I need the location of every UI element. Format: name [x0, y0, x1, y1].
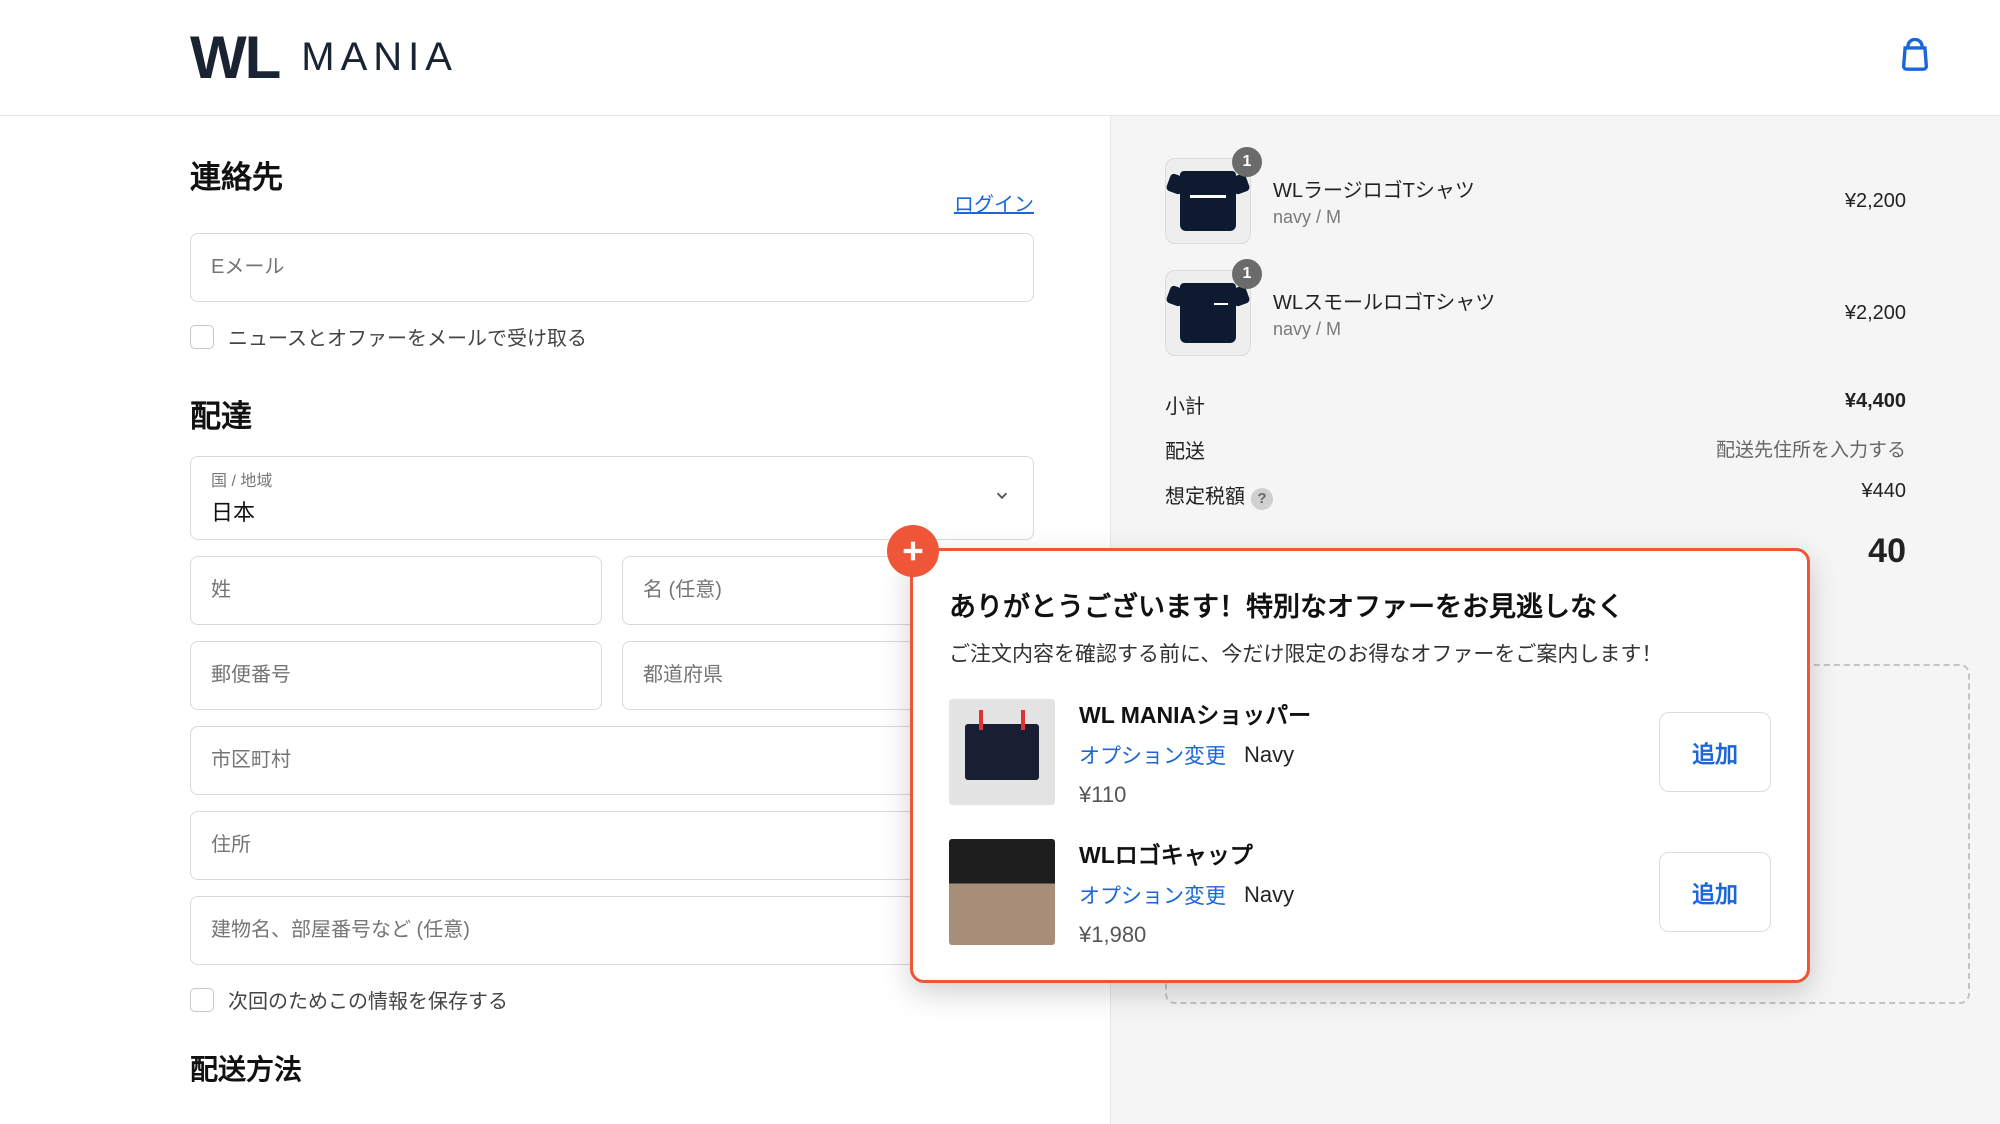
offer-item-name: WL MANIAショッパー [1079, 696, 1635, 730]
offer-item-price: ¥1,980 [1079, 922, 1635, 948]
offer-item-variant: Navy [1244, 742, 1294, 768]
offer-subtitle: ご注文内容を確認する前に、今だけ限定のお得なオファーをご案内します！ [949, 638, 1771, 668]
subtotal-label: 小計 [1165, 390, 1205, 419]
login-link[interactable]: ログイン [954, 188, 1034, 217]
offer-item: WL MANIAショッパー オプション変更 Navy ¥110 追加 [949, 696, 1771, 808]
cart-item: 1 WLラージロゴTシャツ navy / M ¥2,200 [1165, 158, 1906, 244]
newsletter-checkbox[interactable] [190, 325, 214, 349]
offer-option-link[interactable]: オプション変更 [1079, 880, 1226, 910]
offer-option-link[interactable]: オプション変更 [1079, 740, 1226, 770]
offer-thumb [949, 699, 1055, 805]
tax-label: 想定税額? [1165, 480, 1273, 510]
qty-badge: 1 [1232, 259, 1262, 289]
city-field[interactable] [190, 726, 1034, 795]
offer-thumb [949, 839, 1055, 945]
save-info-label: 次回のためこの情報を保存する [228, 985, 508, 1014]
shipping-method-title: 配送方法 [190, 1048, 1034, 1088]
address-field[interactable] [190, 811, 1034, 880]
item-name: WLラージロゴTシャツ [1273, 174, 1823, 203]
lastname-field[interactable] [190, 556, 602, 625]
qty-badge: 1 [1232, 147, 1262, 177]
save-info-checkbox[interactable] [190, 988, 214, 1012]
shipping-label: 配送 [1165, 435, 1205, 464]
upsell-offer-popup: ありがとうございます！特別なオファーをお見逃しなく ご注文内容を確認する前に、今… [910, 548, 1810, 983]
offer-title: ありがとうございます！特別なオファーをお見逃しなく [949, 585, 1771, 624]
offer-item: WLロゴキャップ オプション変更 Navy ¥1,980 追加 [949, 836, 1771, 948]
country-label: 国 / 地域 [211, 467, 1013, 491]
help-icon[interactable]: ? [1251, 488, 1273, 510]
item-price: ¥2,200 [1845, 302, 1906, 325]
address2-field[interactable] [190, 896, 1034, 965]
header: WL MANIA [0, 0, 2000, 116]
email-field[interactable] [190, 233, 1034, 302]
logo-mania: MANIA [301, 35, 458, 80]
newsletter-label: ニュースとオファーをメールで受け取る [228, 322, 587, 351]
country-value: 日本 [211, 495, 1013, 527]
offer-item-name: WLロゴキャップ [1079, 836, 1635, 870]
item-price: ¥2,200 [1845, 190, 1906, 213]
add-offer-button[interactable]: 追加 [1659, 712, 1771, 792]
product-thumb: 1 [1165, 158, 1251, 244]
tax-value: ¥440 [1862, 480, 1907, 510]
shipping-value: 配送先住所を入力する [1716, 435, 1906, 464]
contact-title: 連絡先 [190, 152, 283, 197]
grand-total-suffix: 40 [1868, 532, 1906, 571]
item-name: WLスモールロゴTシャツ [1273, 286, 1823, 315]
postal-field[interactable] [190, 641, 602, 710]
item-variant: navy / M [1273, 319, 1823, 340]
cart-icon[interactable] [1898, 38, 1932, 77]
offer-item-variant: Navy [1244, 882, 1294, 908]
plus-icon [887, 525, 939, 577]
item-variant: navy / M [1273, 207, 1823, 228]
subtotal-value: ¥4,400 [1845, 390, 1906, 419]
product-thumb: 1 [1165, 270, 1251, 356]
store-logo[interactable]: WL MANIA [190, 23, 458, 92]
chevron-down-icon [993, 487, 1011, 510]
add-offer-button[interactable]: 追加 [1659, 852, 1771, 932]
cart-item: 1 WLスモールロゴTシャツ navy / M ¥2,200 [1165, 270, 1906, 356]
offer-item-price: ¥110 [1079, 782, 1635, 808]
delivery-title: 配達 [190, 391, 1034, 436]
logo-wl: WL [190, 23, 279, 92]
